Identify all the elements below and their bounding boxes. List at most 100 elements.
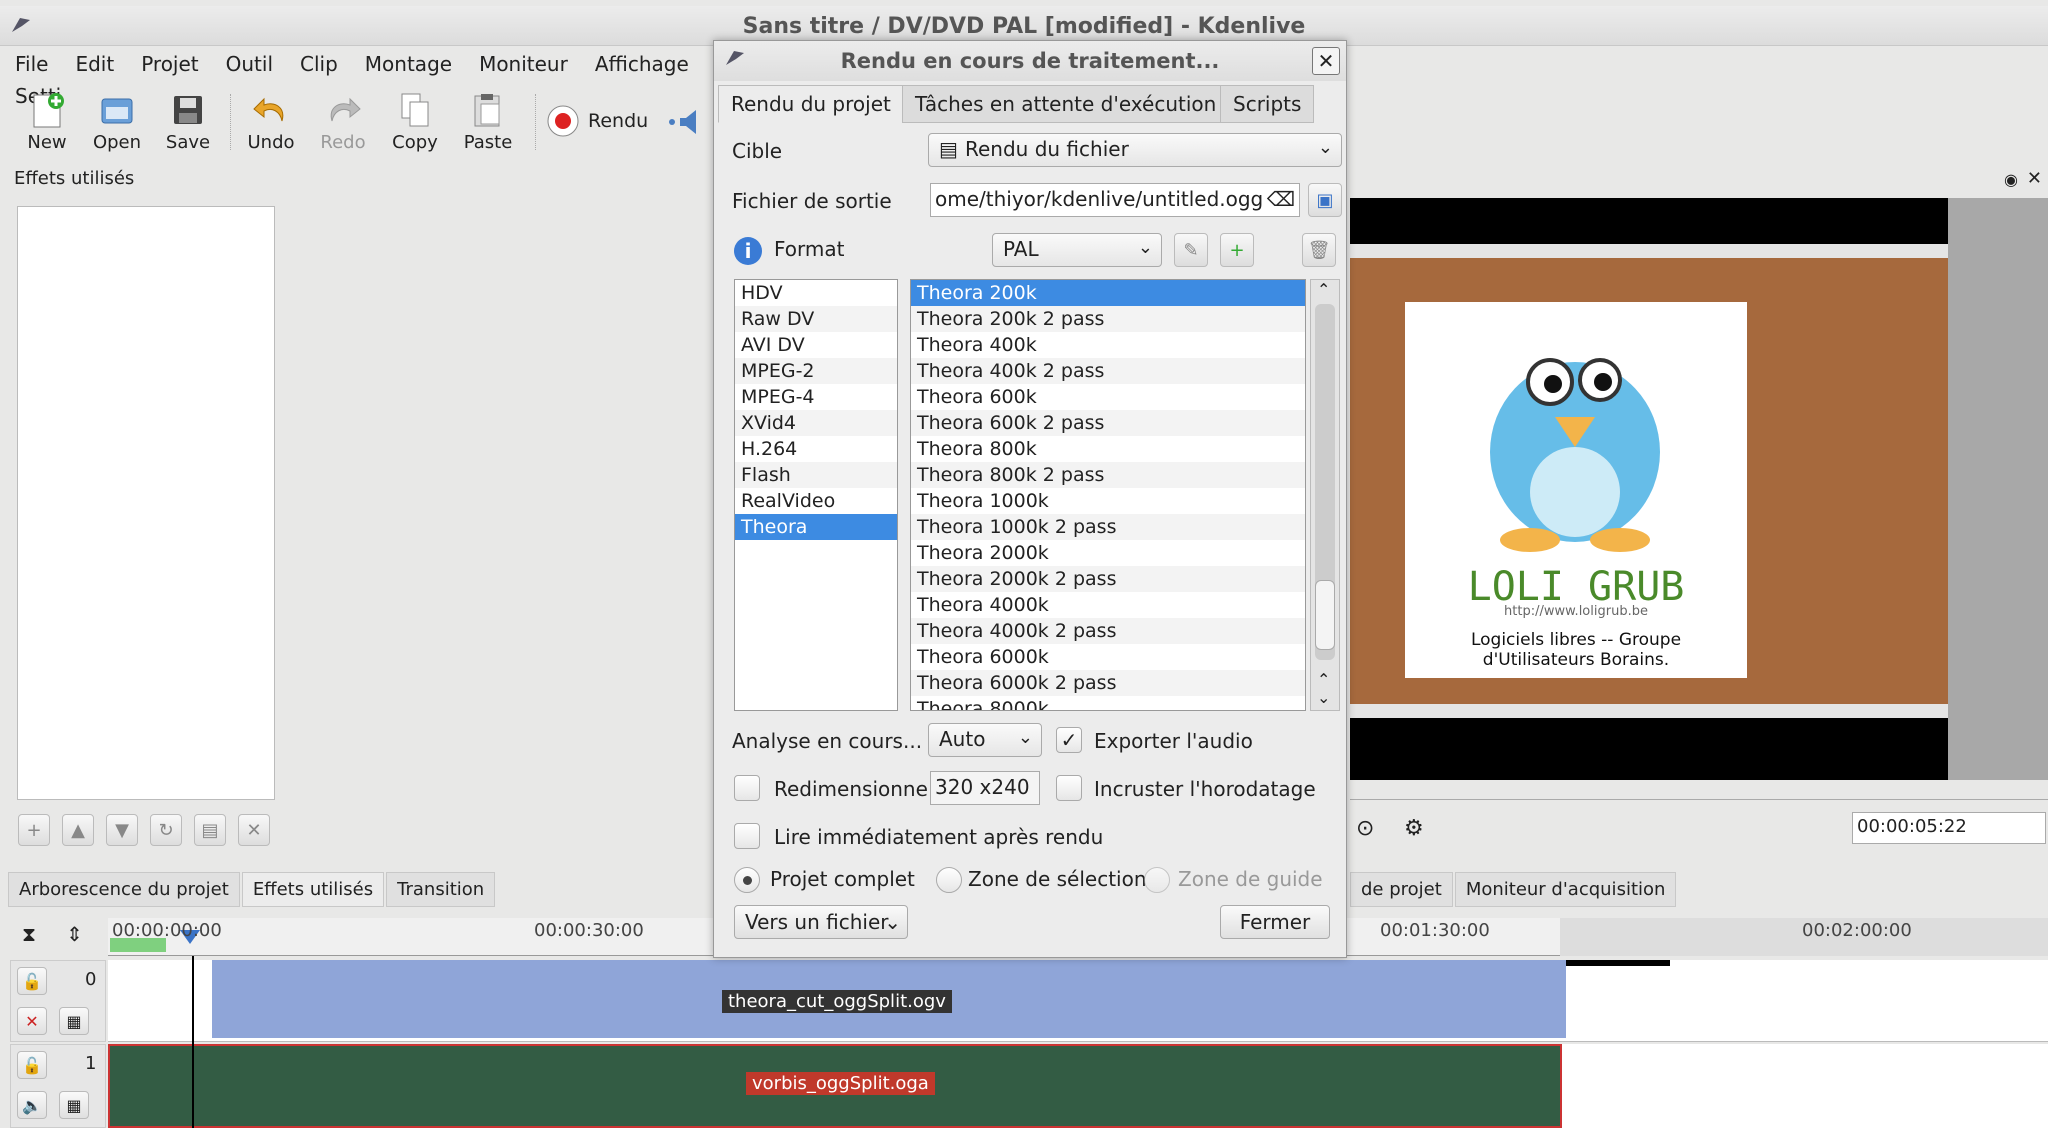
- menu-clip[interactable]: Clip: [285, 48, 350, 80]
- format-item[interactable]: HDV: [735, 280, 897, 306]
- format-item[interactable]: Flash: [735, 462, 897, 488]
- tab-project-tree[interactable]: Arborescence du projet: [8, 872, 240, 907]
- move-down-button[interactable]: ▼: [106, 814, 138, 846]
- mute-audio-button[interactable]: 🔈: [17, 1091, 47, 1119]
- tab-capture-monitor[interactable]: Moniteur d'acquisition: [1454, 872, 1677, 907]
- track-0-lane[interactable]: theora_cut_oggSplit.ogv: [108, 960, 2048, 1042]
- menu-affichage[interactable]: Affichage: [580, 48, 701, 80]
- resize-checkbox[interactable]: [734, 775, 760, 801]
- open-button[interactable]: Open: [82, 88, 152, 153]
- audio-clip[interactable]: vorbis_oggSplit.oga: [108, 1044, 1562, 1128]
- profile-scrollbar[interactable]: ⌃ ⌃ ⌄: [1310, 279, 1340, 711]
- menu-file[interactable]: File: [0, 48, 60, 80]
- profile-list[interactable]: Theora 200k Theora 200k 2 pass Theora 40…: [910, 279, 1306, 711]
- format-item[interactable]: H.264: [735, 436, 897, 462]
- profile-item[interactable]: Theora 600k: [911, 384, 1305, 410]
- info-icon[interactable]: i: [734, 237, 762, 265]
- profile-item[interactable]: Theora 400k: [911, 332, 1305, 358]
- tab-pending-jobs[interactable]: Tâches en attente d'exécution: [902, 85, 1230, 123]
- menu-edit[interactable]: Edit: [60, 48, 126, 80]
- profile-item[interactable]: Theora 6000k: [911, 644, 1305, 670]
- profile-item[interactable]: Theora 4000k: [911, 592, 1305, 618]
- play-after-checkbox[interactable]: [734, 823, 760, 849]
- copy-button[interactable]: Copy: [380, 88, 450, 153]
- scroll-up-icon[interactable]: ⌃: [1317, 280, 1330, 299]
- full-project-radio[interactable]: [734, 867, 760, 893]
- menu-outil[interactable]: Outil: [211, 48, 285, 80]
- menu-projet[interactable]: Projet: [126, 48, 210, 80]
- target-combo[interactable]: ▤ Rendu du fichier ⌄: [928, 133, 1342, 167]
- profile-item[interactable]: Theora 800k 2 pass: [911, 462, 1305, 488]
- profile-item[interactable]: Theora 800k: [911, 436, 1305, 462]
- format-item[interactable]: RealVideo: [735, 488, 897, 514]
- output-file-input[interactable]: ome/thiyor/kdenlive/untitled.ogg ⌫: [930, 183, 1300, 217]
- edit-profile-button[interactable]: ✎: [1174, 233, 1208, 267]
- format-item-selected[interactable]: Theora: [735, 514, 897, 540]
- add-effect-button[interactable]: +: [18, 814, 50, 846]
- menu-moniteur[interactable]: Moniteur: [464, 48, 580, 80]
- save-effect-button[interactable]: ▤: [194, 814, 226, 846]
- format-item[interactable]: Raw DV: [735, 306, 897, 332]
- format-list[interactable]: HDV Raw DV AVI DV MPEG-2 MPEG-4 XVid4 H.…: [734, 279, 898, 711]
- effects-list[interactable]: [17, 206, 275, 800]
- menu-montage[interactable]: Montage: [350, 48, 464, 80]
- lock-track-button[interactable]: 🔓: [17, 1051, 47, 1079]
- tab-render-project[interactable]: Rendu du projet: [718, 85, 904, 123]
- format-item[interactable]: XVid4: [735, 410, 897, 436]
- clear-icon[interactable]: ⌫: [1267, 187, 1295, 211]
- show-thumbnails-button[interactable]: ▦: [59, 1007, 89, 1035]
- redo-button[interactable]: Redo: [308, 88, 378, 153]
- new-button[interactable]: New: [12, 88, 82, 153]
- delete-profile-button[interactable]: 🗑: [1302, 233, 1336, 267]
- show-thumbnails-button[interactable]: ▦: [59, 1091, 89, 1119]
- guide-zone-radio[interactable]: [1144, 867, 1170, 893]
- play-icon[interactable]: ⊙: [1356, 816, 1374, 841]
- track-1-lane[interactable]: vorbis_oggSplit.oga: [108, 1044, 2048, 1128]
- profile-item[interactable]: Theora 2000k 2 pass: [911, 566, 1305, 592]
- profile-item[interactable]: Theora 2000k: [911, 540, 1305, 566]
- close-icon[interactable]: ✕: [2027, 168, 2042, 189]
- monitor-timecode[interactable]: 00:00:05:22: [1852, 812, 2046, 844]
- dialog-close-button[interactable]: ✕: [1312, 47, 1340, 75]
- move-up-button[interactable]: ▲: [62, 814, 94, 846]
- close-button[interactable]: Fermer: [1220, 905, 1330, 939]
- monitor-ruler[interactable]: [1350, 780, 2048, 800]
- browse-file-button[interactable]: ▣: [1308, 183, 1342, 217]
- profile-item[interactable]: Theora 6000k 2 pass: [911, 670, 1305, 696]
- settings-icon[interactable]: ⚙: [1404, 816, 1424, 841]
- delete-effect-button[interactable]: ✕: [238, 814, 270, 846]
- tab-scripts[interactable]: Scripts: [1220, 85, 1315, 123]
- profile-item[interactable]: Theora 1000k: [911, 488, 1305, 514]
- expand-icon[interactable]: ⇕: [66, 922, 83, 946]
- profile-item-selected[interactable]: Theora 200k: [911, 280, 1305, 306]
- profile-item[interactable]: Theora 600k 2 pass: [911, 410, 1305, 436]
- export-audio-checkbox[interactable]: ✓: [1056, 727, 1082, 753]
- analysis-combo[interactable]: Auto ⌄: [928, 723, 1042, 757]
- tab-transition[interactable]: Transition: [386, 872, 496, 907]
- profile-item[interactable]: Theora 4000k 2 pass: [911, 618, 1305, 644]
- render-button[interactable]: Rendu: [546, 104, 648, 138]
- mute-video-button[interactable]: ✕: [17, 1007, 47, 1035]
- new-profile-button[interactable]: +: [1220, 233, 1254, 267]
- scroll-down-icon[interactable]: ⌄: [1317, 688, 1330, 707]
- tab-effects-used[interactable]: Effets utilisés: [241, 872, 385, 907]
- format-item[interactable]: MPEG-4: [735, 384, 897, 410]
- format-combo[interactable]: PAL ⌄: [992, 233, 1162, 267]
- tab-project-monitor[interactable]: de projet: [1350, 872, 1453, 907]
- float-icon[interactable]: ◉: [2004, 170, 2018, 189]
- format-item[interactable]: AVI DV: [735, 332, 897, 358]
- paste-button[interactable]: Paste: [453, 88, 523, 153]
- zoom-fit-icon[interactable]: ⧗: [22, 922, 36, 946]
- speaker-icon[interactable]: [668, 108, 704, 141]
- profile-item[interactable]: Theora 400k 2 pass: [911, 358, 1305, 384]
- undo-button[interactable]: Undo: [236, 88, 306, 153]
- save-button[interactable]: Save: [153, 88, 223, 153]
- timestamp-checkbox[interactable]: [1056, 775, 1082, 801]
- profile-item[interactable]: Theora 8000k: [911, 696, 1305, 710]
- scroll-up-icon[interactable]: ⌃: [1317, 670, 1330, 689]
- lock-track-button[interactable]: 🔓: [17, 967, 47, 995]
- profile-item[interactable]: Theora 1000k 2 pass: [911, 514, 1305, 540]
- selection-zone-radio[interactable]: [936, 867, 962, 893]
- format-item[interactable]: MPEG-2: [735, 358, 897, 384]
- scroll-thumb[interactable]: [1315, 580, 1335, 650]
